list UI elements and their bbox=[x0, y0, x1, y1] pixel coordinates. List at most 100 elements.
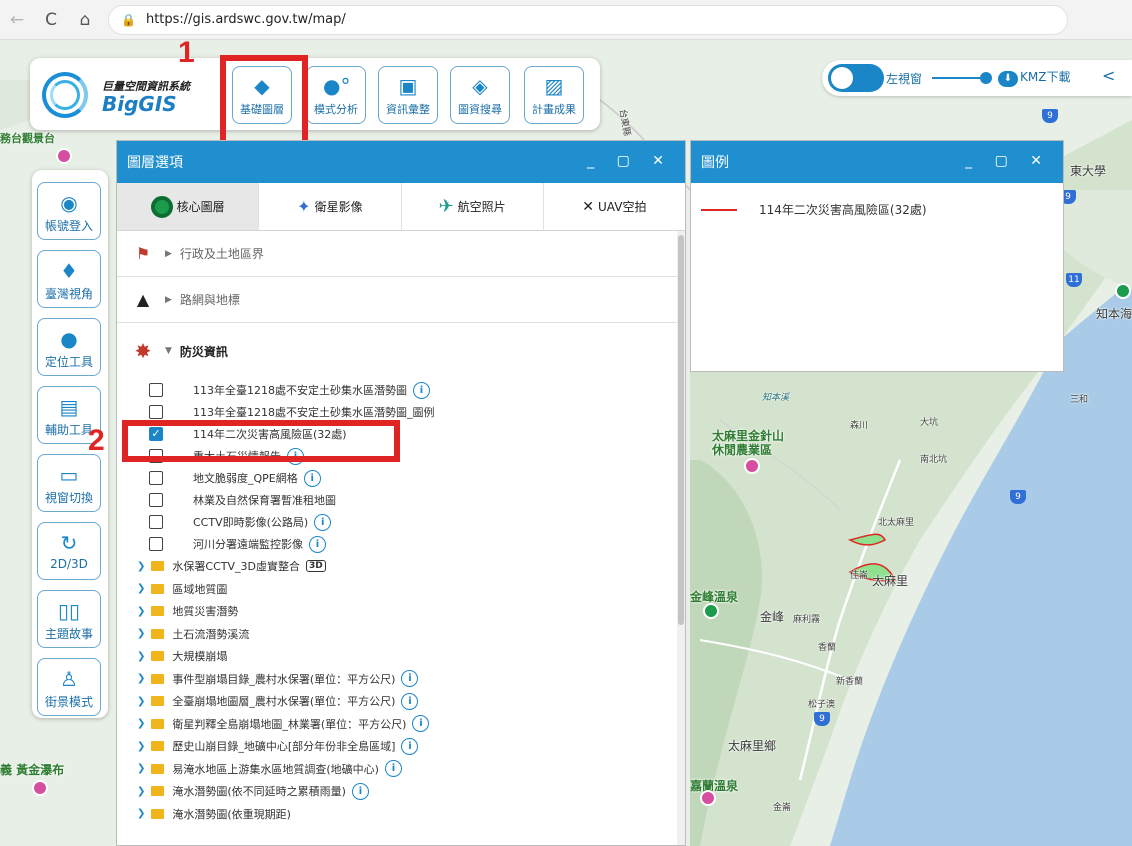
folder-item[interactable]: ❯ 事件型崩塌目錄_農村水保署(單位：平方公尺) i bbox=[117, 668, 685, 691]
info-summary-button[interactable]: ▣ 資訊彙整 bbox=[378, 66, 438, 124]
map-place-label: 嘉蘭溫泉 bbox=[690, 779, 739, 793]
map-poi-pin-icon[interactable] bbox=[56, 148, 72, 164]
scrollbar-thumb[interactable] bbox=[678, 235, 684, 625]
model-analysis-button[interactable]: ●° 模式分析 bbox=[306, 66, 366, 124]
reload-icon[interactable]: C bbox=[34, 3, 68, 37]
back-icon[interactable]: ← bbox=[0, 3, 34, 37]
folder-item[interactable]: ❯ 大規模崩塌 bbox=[117, 645, 685, 668]
layer-panel-scrollbar[interactable] bbox=[677, 231, 685, 845]
drone-icon: ✕ bbox=[582, 198, 595, 215]
info-icon[interactable]: i bbox=[401, 670, 419, 688]
layer-item[interactable]: 地文脆弱度_QPE網格 i bbox=[117, 467, 685, 489]
map-poi-pin-icon[interactable] bbox=[32, 780, 48, 796]
map-poi-pin-icon[interactable] bbox=[744, 458, 760, 474]
folder-item[interactable]: ❯ 全臺崩塌地圖層_農村水保署(單位：平方公尺) i bbox=[117, 690, 685, 713]
window-switch-button[interactable]: ▭ 視窗切換 bbox=[37, 454, 101, 512]
chevron-down-icon: ❯ bbox=[137, 740, 146, 752]
layer-checkbox[interactable] bbox=[149, 405, 163, 419]
map-poi-pin-icon[interactable] bbox=[700, 790, 716, 806]
map-search-icon: ◈ bbox=[472, 74, 488, 98]
folder-icon bbox=[151, 606, 165, 617]
folder-item[interactable]: ❯ 區域地質圖 bbox=[117, 578, 685, 601]
layer-checkbox[interactable] bbox=[149, 471, 163, 485]
folder-label: 淹水潛勢圖(依不同延時之累積雨量) bbox=[172, 785, 346, 799]
folder-icon bbox=[151, 696, 165, 707]
layer-label: 河川分署遠端監控影像 bbox=[193, 538, 303, 551]
info-icon[interactable]: i bbox=[413, 381, 430, 399]
tab-satellite[interactable]: ✦ 衛星影像 bbox=[259, 183, 402, 230]
folder-item[interactable]: ❯ 淹水潛勢圖(依不同延時之累積雨量) i bbox=[117, 780, 685, 803]
layer-checkbox[interactable] bbox=[149, 383, 163, 397]
map-place-label: 知本海 bbox=[1096, 307, 1132, 321]
group-roads-landmarks[interactable]: ▲ ▶ 路網與地標 bbox=[117, 277, 685, 323]
folder-item[interactable]: ❯ 土石流潛勢溪流 bbox=[117, 623, 685, 646]
lock-icon: 🔒 bbox=[121, 12, 136, 27]
2d-3d-button[interactable]: ↻ 2D/3D bbox=[37, 522, 101, 580]
layer-item[interactable]: CCTV即時影像(公路局) i bbox=[117, 511, 685, 533]
info-icon[interactable]: i bbox=[401, 737, 419, 755]
layer-item[interactable]: 113年全臺1218處不安定土砂集水區潛勢圖 i bbox=[117, 379, 685, 401]
window-controls[interactable]: _ ▢ ✕ bbox=[587, 153, 673, 169]
map-poi-pin-icon[interactable] bbox=[703, 603, 719, 619]
logo-english-name: BigGIS bbox=[102, 92, 177, 116]
folder-label: 水保署CCTV_3D虛實整合 bbox=[172, 560, 300, 574]
project-results-button[interactable]: ▨ 計畫成果 bbox=[524, 66, 584, 124]
group-disaster-info[interactable]: ✸ ▼ 防災資訊 bbox=[117, 323, 685, 379]
layer-panel-title: 圖層選項 bbox=[127, 155, 183, 171]
folder-icon bbox=[151, 628, 165, 639]
folder-label: 土石流潛勢溪流 bbox=[172, 627, 250, 641]
folder-item[interactable]: ❯ 歷史山崩目錄_地礦中心[部分年份非全島區域] i bbox=[117, 735, 685, 758]
address-bar[interactable]: 🔒 https://gis.ardswc.gov.tw/map/ bbox=[108, 4, 1068, 35]
kmz-download-button[interactable]: ⬇ KMZ下載 bbox=[998, 68, 1070, 87]
satellite-icon: ✦ bbox=[297, 197, 311, 216]
opacity-slider-handle[interactable] bbox=[980, 72, 992, 84]
info-icon[interactable]: i bbox=[384, 760, 402, 778]
map-poi-pin-icon[interactable] bbox=[1115, 283, 1131, 299]
info-icon[interactable]: i bbox=[351, 782, 369, 800]
share-icon[interactable]: < bbox=[1102, 66, 1115, 85]
tab-uav[interactable]: ✕ UAV空拍 bbox=[544, 183, 685, 230]
folder-item[interactable]: ❯ 易淹水地區上游集水區地質調查(地礦中心) i bbox=[117, 758, 685, 781]
folder-list: ❯ 水保署CCTV_3D虛實整合 3D ❯ 區域地質圖 ❯ 地質災害潛勢 ❯ 土石流潛勢溪… bbox=[117, 555, 685, 825]
tab-core-layers[interactable]: 核心圖層 bbox=[117, 183, 260, 230]
layer-item[interactable]: 林業及自然保育署暫准租地圖 bbox=[117, 489, 685, 511]
folder-item[interactable]: ❯ 淹水潛勢圖(依重現期距) bbox=[117, 803, 685, 826]
street-view-button[interactable]: ♙ 街景模式 bbox=[37, 658, 101, 716]
layer-label: 113年全臺1218處不安定土砂集水區潛勢圖 bbox=[193, 384, 407, 397]
home-icon[interactable]: ⌂ bbox=[68, 3, 102, 37]
map-place-label: 三和 bbox=[1070, 395, 1089, 405]
taiwan-icon: ♦ bbox=[60, 259, 78, 283]
layer-checkbox[interactable] bbox=[149, 537, 163, 551]
taiwan-view-button[interactable]: ♦ 臺灣視角 bbox=[37, 250, 101, 308]
group-label: 路網與地標 bbox=[179, 293, 240, 307]
location-tool-button[interactable]: ● 定位工具 bbox=[37, 318, 101, 376]
info-icon[interactable]: i bbox=[309, 535, 326, 553]
opacity-slider-track[interactable] bbox=[932, 77, 984, 79]
folder-icon bbox=[151, 583, 165, 594]
layer-item[interactable]: 河川分署遠端監控影像 i bbox=[117, 533, 685, 555]
folder-item[interactable]: ❯ 衛星判釋全島崩塌地圖_林業署(單位：平方公尺) i bbox=[117, 713, 685, 736]
left-window-toggle[interactable] bbox=[828, 64, 884, 92]
info-icon[interactable]: i bbox=[303, 469, 321, 487]
folder-item[interactable]: ❯ 水保署CCTV_3D虛實整合 3D bbox=[117, 555, 685, 578]
map-place-label: 務台觀景台 bbox=[0, 132, 55, 145]
chevron-down-icon: ❯ bbox=[137, 605, 146, 617]
theme-story-button[interactable]: ▯▯ 主題故事 bbox=[37, 590, 101, 648]
layer-checkbox[interactable] bbox=[149, 515, 163, 529]
folder-label: 易淹水地區上游集水區地質調查(地礦中心) bbox=[172, 762, 379, 776]
map-place-label: 休閒農業區 bbox=[712, 443, 773, 457]
toolbar-button-label: 圖資搜尋 bbox=[458, 103, 502, 116]
account-login-button[interactable]: ◉ 帳號登入 bbox=[37, 182, 101, 240]
info-icon[interactable]: i bbox=[412, 715, 430, 733]
info-icon[interactable]: i bbox=[401, 692, 419, 710]
window-controls[interactable]: _ ▢ ✕ bbox=[965, 153, 1051, 169]
tab-aerial-photo[interactable]: ✈ 航空照片 bbox=[402, 183, 544, 230]
group-admin-boundaries[interactable]: ⚑ ▶ 行政及土地區界 bbox=[117, 231, 685, 277]
folder-icon bbox=[151, 808, 165, 819]
folder-item[interactable]: ❯ 地質災害潛勢 bbox=[117, 600, 685, 623]
layer-checkbox[interactable] bbox=[149, 493, 163, 507]
map-search-button[interactable]: ◈ 圖資搜尋 bbox=[450, 66, 510, 124]
map-place-label: 金峰 bbox=[760, 610, 785, 624]
legend-panel-title: 圖例 bbox=[701, 155, 729, 171]
info-icon[interactable]: i bbox=[314, 513, 332, 531]
